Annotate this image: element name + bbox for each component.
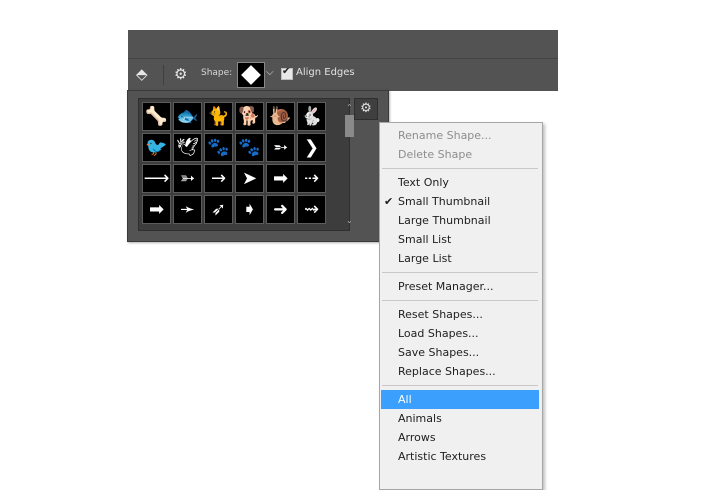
menu-item-label: Delete Shape bbox=[398, 148, 473, 161]
menu-item-label: Arrows bbox=[398, 431, 436, 444]
menu-item-label: Artistic Textures bbox=[398, 450, 487, 463]
shape-grid: 🦴 🐟 🐈 🐕 🐌 🐇 🐦 🕊 🐾 🐾 ➵ ❯ ⟶ ➳ → ➤ ➡ ⇢ ➡ ➛ ➶ ➧ ➜ ⇝ bbox=[142, 102, 326, 224]
scrollbar-thumb[interactable] bbox=[345, 115, 354, 137]
block-arrow-icon[interactable]: ➡ bbox=[142, 195, 171, 224]
options-divider bbox=[163, 65, 164, 85]
menu-item-save-shapes[interactable]: Save Shapes... bbox=[380, 343, 542, 362]
menu-item-replace-shapes[interactable]: Replace Shapes... bbox=[380, 362, 542, 381]
shape-grid-scrollbar[interactable]: ⌃ ⌄ bbox=[344, 101, 356, 228]
scroll-up-icon[interactable]: ⌃ bbox=[346, 103, 353, 112]
bold-arrow-icon[interactable]: ➡ bbox=[266, 164, 295, 193]
cat-icon[interactable]: 🐈 bbox=[204, 102, 233, 131]
shape-picker-button[interactable] bbox=[237, 62, 265, 88]
menu-item-label: Rename Shape... bbox=[398, 129, 492, 142]
diamond-shape-icon bbox=[241, 65, 261, 85]
dove-icon[interactable]: 🕊 bbox=[173, 133, 202, 162]
path-arrangement-icon[interactable]: ⬘ bbox=[136, 65, 148, 83]
dog-icon[interactable]: 🐕 bbox=[235, 102, 264, 131]
menu-item-small-list[interactable]: Small List bbox=[380, 230, 542, 249]
fletched-arrow-icon[interactable]: ➳ bbox=[173, 164, 202, 193]
snail-icon[interactable]: 🐌 bbox=[266, 102, 295, 131]
shape-picker-panel: 🦴 🐟 🐈 🐕 🐌 🐇 🐦 🕊 🐾 🐾 ➵ ❯ ⟶ ➳ → ➤ ➡ ⇢ ➡ ➛ ➶ ➧ ➜ ⇝ ⌃ ⌄ ⚙ bbox=[127, 90, 389, 242]
menu-item-label: Animals bbox=[398, 412, 442, 425]
app-title-bar bbox=[128, 30, 558, 58]
menu-item-all[interactable]: All bbox=[381, 390, 539, 409]
paw-print-icon[interactable]: 🐾 bbox=[204, 133, 233, 162]
dashed-arrow-icon[interactable]: ⇢ bbox=[297, 164, 326, 193]
menu-item-delete-shape: Delete Shape bbox=[380, 145, 542, 164]
menu-separator bbox=[382, 272, 538, 273]
gear-icon[interactable]: ⚙ bbox=[174, 65, 187, 83]
menu-item-label: Large Thumbnail bbox=[398, 214, 491, 227]
gear-icon: ⚙ bbox=[360, 101, 372, 116]
menu-separator bbox=[382, 300, 538, 301]
menu-separator bbox=[382, 385, 538, 386]
menu-item-preset-manager[interactable]: Preset Manager... bbox=[380, 277, 542, 296]
shape-picker-menu: Rename Shape... Delete Shape Text Only ✔ Sma… bbox=[379, 122, 543, 490]
paw-print-2-icon[interactable]: 🐾 bbox=[235, 133, 264, 162]
menu-item-small-thumbnail[interactable]: ✔ Small Thumbnail bbox=[380, 192, 542, 211]
shape-label: Shape: bbox=[201, 68, 233, 78]
menu-item-animals[interactable]: Animals bbox=[380, 409, 542, 428]
menu-item-label: Reset Shapes... bbox=[398, 308, 483, 321]
triangle-arrow-icon[interactable]: ➤ bbox=[235, 164, 264, 193]
checkmark-icon: ✔ bbox=[384, 195, 394, 208]
shape-grid-container: 🦴 🐟 🐈 🐕 🐌 🐇 🐦 🕊 🐾 🐾 ➵ ❯ ⟶ ➳ → ➤ ➡ ⇢ ➡ ➛ ➶ ➧ ➜ ⇝ ⌃ ⌄ bbox=[138, 98, 354, 231]
menu-item-label: Load Shapes... bbox=[398, 327, 479, 340]
menu-item-artistic-textures[interactable]: Artistic Textures bbox=[380, 447, 542, 466]
menu-item-large-list[interactable]: Large List bbox=[380, 249, 542, 268]
thick-arrow-icon[interactable]: ➜ bbox=[266, 195, 295, 224]
thin-arrow-icon[interactable]: ⟶ bbox=[142, 164, 171, 193]
bird-icon[interactable]: 🐦 bbox=[142, 133, 171, 162]
align-edges-label: Align Edges bbox=[296, 67, 355, 78]
menu-item-label: All bbox=[398, 393, 412, 406]
pentagon-arrow-icon[interactable]: ➧ bbox=[235, 195, 264, 224]
menu-item-label: Large List bbox=[398, 252, 452, 265]
arrow-feather-icon[interactable]: ➵ bbox=[266, 133, 295, 162]
menu-separator bbox=[382, 168, 538, 169]
menu-item-arrows[interactable]: Arrows bbox=[380, 428, 542, 447]
bone-icon[interactable]: 🦴 bbox=[142, 102, 171, 131]
menu-item-load-shapes[interactable]: Load Shapes... bbox=[380, 324, 542, 343]
menu-item-label: Text Only bbox=[398, 176, 449, 189]
menu-item-reset-shapes[interactable]: Reset Shapes... bbox=[380, 305, 542, 324]
line-arrow-icon[interactable]: → bbox=[204, 164, 233, 193]
chevron-right-icon[interactable]: ❯ bbox=[297, 133, 326, 162]
menu-item-label: Replace Shapes... bbox=[398, 365, 496, 378]
chevron-down-icon[interactable]: ⌵ bbox=[266, 67, 274, 78]
menu-item-label: Save Shapes... bbox=[398, 346, 480, 359]
rabbit-icon[interactable]: 🐇 bbox=[297, 102, 326, 131]
wave-arrow-icon[interactable]: ⇝ bbox=[297, 195, 326, 224]
menu-item-text-only[interactable]: Text Only bbox=[380, 173, 542, 192]
feather-arrow-icon[interactable]: ➶ bbox=[204, 195, 233, 224]
menu-item-label: Preset Manager... bbox=[398, 280, 494, 293]
picker-settings-button[interactable]: ⚙ bbox=[354, 98, 378, 120]
menu-item-label: Small List bbox=[398, 233, 452, 246]
align-edges-checkbox[interactable]: ✔ bbox=[281, 66, 293, 80]
notched-arrow-icon[interactable]: ➛ bbox=[173, 195, 202, 224]
menu-item-rename-shape: Rename Shape... bbox=[380, 126, 542, 145]
menu-item-large-thumbnail[interactable]: Large Thumbnail bbox=[380, 211, 542, 230]
fish-icon[interactable]: 🐟 bbox=[173, 102, 202, 131]
scroll-down-icon[interactable]: ⌄ bbox=[346, 216, 353, 225]
menu-item-label: Small Thumbnail bbox=[398, 195, 491, 208]
options-bar: ⬘ ⚙ Shape: ⌵ ✔ Align Edges bbox=[128, 58, 558, 91]
